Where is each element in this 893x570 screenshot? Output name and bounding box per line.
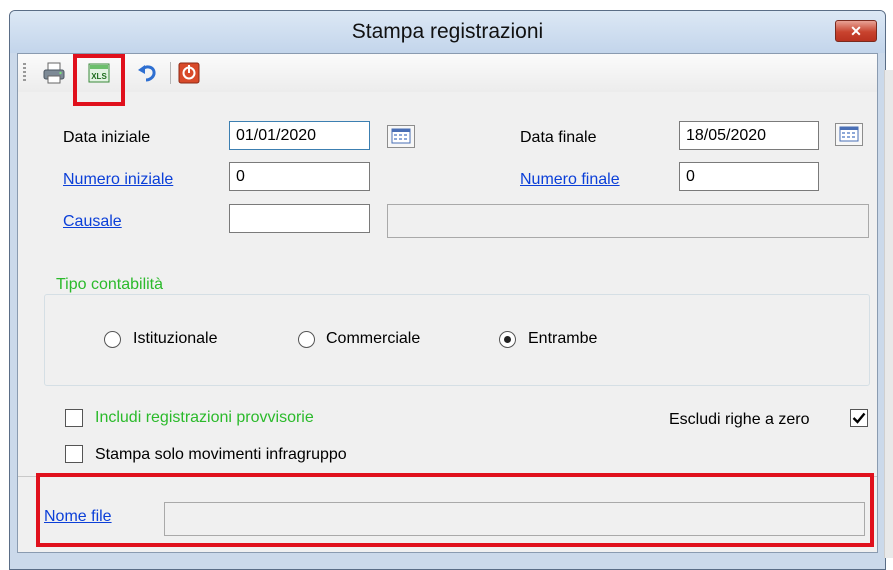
provvisorie-label[interactable]: Includi registrazioni provvisorie [95,409,314,427]
tipo-contabilita-title: Tipo contabilità [52,276,168,294]
excel-highlight-box [73,54,125,106]
dialog-window: Stampa registrazioni ✕ XLS Data iniziale… [9,10,886,570]
data-iniziale-field[interactable]: 01/01/2020 [229,121,370,150]
calendar-icon [391,128,411,144]
checkmark-icon [852,412,866,424]
numero-finale-field[interactable]: 0 [679,162,819,191]
data-finale-label: Data finale [520,129,597,146]
close-button[interactable]: ✕ [835,20,877,42]
numero-iniziale-link[interactable]: Numero iniziale [63,171,173,189]
numero-iniziale-field[interactable]: 0 [229,162,370,191]
infragruppo-label[interactable]: Stampa solo movimenti infragruppo [95,446,347,464]
scrollbar[interactable] [884,70,893,558]
undo-icon[interactable] [136,61,160,85]
calendar-icon [839,126,859,142]
causale-code-field[interactable] [229,204,370,233]
radio-entrambe[interactable] [499,331,516,348]
radio-entrambe-label[interactable]: Entrambe [528,330,597,348]
radio-istituzionale[interactable] [104,331,121,348]
dialog-body: XLS Data iniziale 01/01/2020 Data finale… [17,53,878,553]
causale-link[interactable]: Causale [63,213,122,231]
causale-description-field [387,204,869,238]
provvisorie-checkbox[interactable] [65,409,83,427]
toolbar-separator [170,62,171,84]
title-bar[interactable]: Stampa registrazioni ✕ [10,11,885,53]
righe-zero-checkbox[interactable] [850,409,868,427]
window-title: Stampa registrazioni [351,20,544,43]
radio-istituzionale-label[interactable]: Istituzionale [133,330,218,348]
radio-commerciale[interactable] [298,331,315,348]
data-iniziale-calendar-button[interactable] [387,125,415,148]
data-finale-calendar-button[interactable] [835,123,863,146]
data-iniziale-label: Data iniziale [63,129,151,146]
data-finale-field[interactable]: 18/05/2020 [679,121,819,150]
radio-commerciale-label[interactable]: Commerciale [326,330,420,348]
toolbar-grip[interactable] [23,63,26,83]
infragruppo-checkbox[interactable] [65,445,83,463]
numero-finale-link[interactable]: Numero finale [520,171,620,189]
radio-selected-dot [504,336,511,343]
righe-zero-label[interactable]: Escludi righe a zero [669,411,810,429]
toolbar: XLS [18,54,877,92]
nome-file-highlight-box [36,473,874,547]
exit-icon[interactable] [177,61,201,85]
print-icon[interactable] [42,61,66,85]
